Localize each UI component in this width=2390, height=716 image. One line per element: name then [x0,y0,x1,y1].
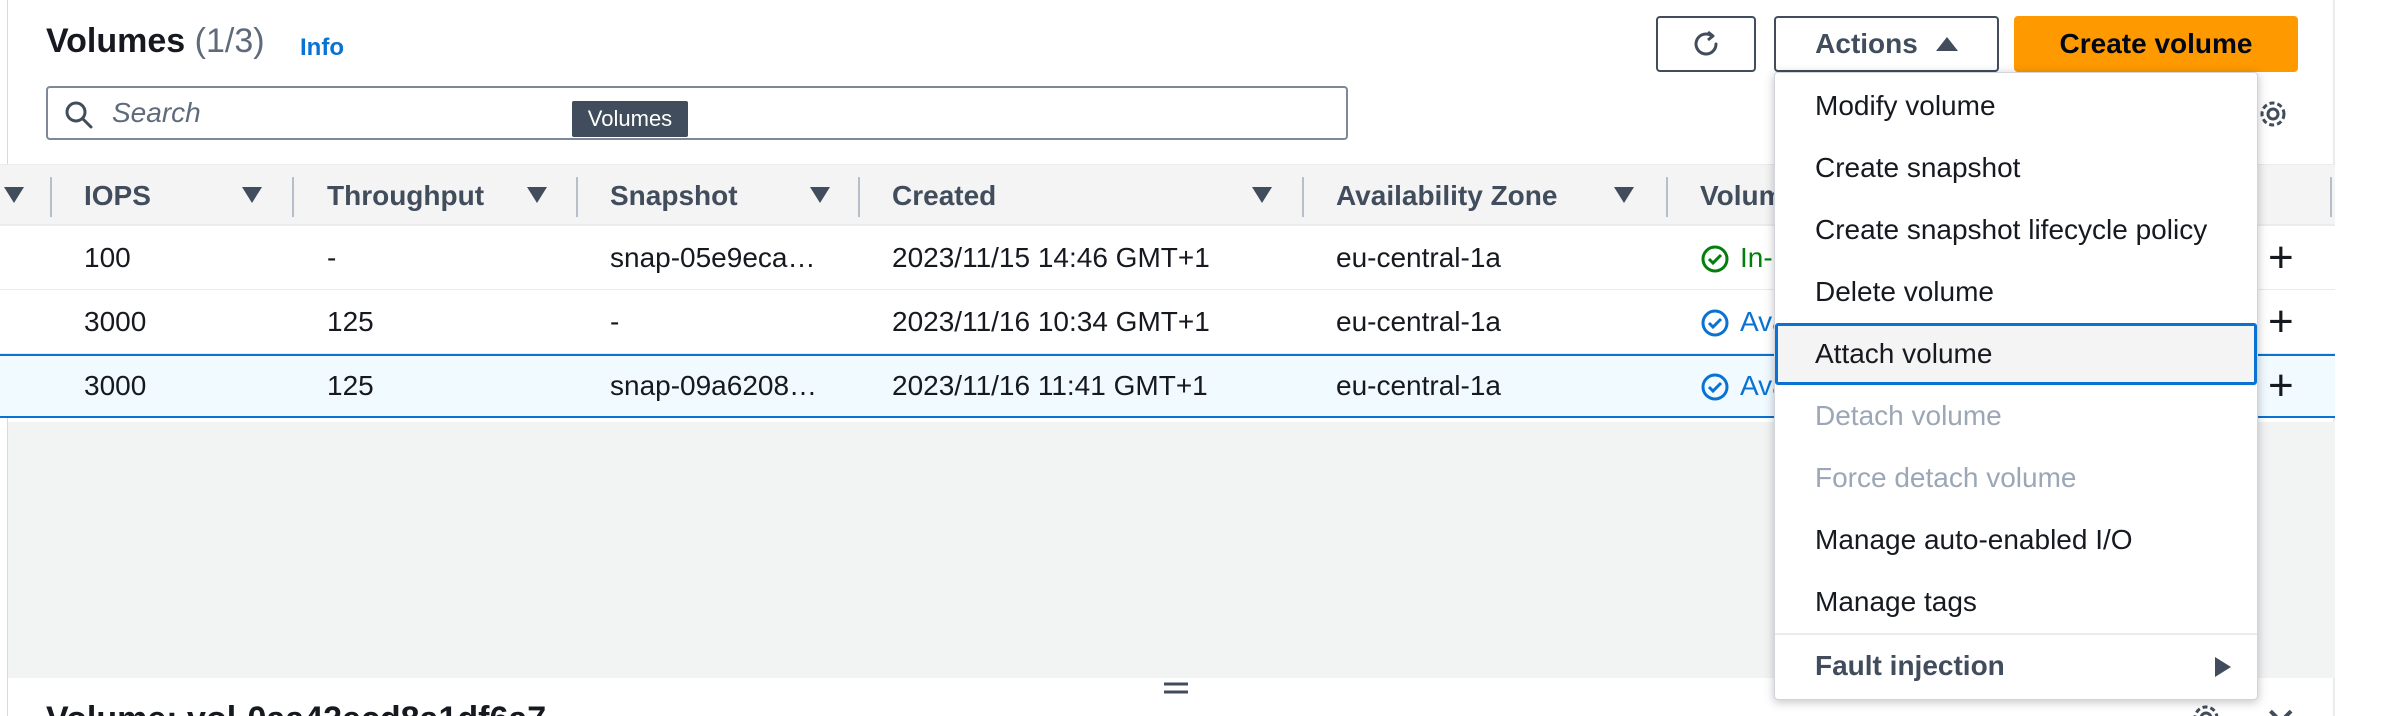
sort-icon [1614,187,1634,203]
selection-count: (1/3) [194,22,265,60]
cell-created: 2023/11/16 11:41 GMT+1 [892,370,1208,401]
actions-label: Actions [1815,28,1918,59]
search-input[interactable] [112,96,1312,130]
col-state-label: Volum [1700,180,1784,211]
cell-throughput: 125 [327,306,374,337]
cell-iops: 100 [84,242,131,273]
menu-item-modify-volume[interactable]: Modify volume [1775,75,2257,137]
page-title-text: Volumes [46,22,186,60]
cell-iops: 3000 [84,306,147,337]
expand-plus-icon[interactable]: + [2268,362,2294,410]
details-panel-title: Volume: vol-0aa42ecd8a1df6a7 [46,700,546,716]
cell-snapshot: - [610,306,620,337]
sort-icon [810,187,830,203]
cell-zone: eu-central-1a [1336,242,1501,273]
sort-icon [527,187,547,203]
details-settings-gear-icon[interactable] [2188,700,2224,716]
info-link[interactable]: Info [300,34,344,62]
column-divider[interactable] [292,177,294,217]
search-box[interactable] [46,86,1348,140]
menu-item-force-detach-volume: Force detach volume [1815,462,2077,493]
search-icon [65,101,93,129]
volumes-page: Volumes (1/3) Info Actions Create volume… [0,0,2390,716]
sort-icon [4,187,24,203]
close-icon[interactable]: ✕ [2264,700,2298,716]
cell-created: 2023/11/15 14:46 GMT+1 [892,242,1210,273]
col-throughput-label: Throughput [327,180,485,211]
cell-throughput: 125 [327,370,374,401]
refresh-icon [1694,30,1718,56]
col-snapshot[interactable]: Snapshot [610,165,850,227]
cell-iops: 3000 [84,370,147,401]
sort-icon [1252,187,1272,203]
column-divider [2330,177,2332,217]
col-zone-label: Availability Zone [1336,180,1558,211]
settings-gear-icon[interactable] [2255,96,2291,132]
cell-zone: eu-central-1a [1336,370,1501,401]
sort-icon [242,187,262,203]
column-divider[interactable] [858,177,860,217]
check-circle-icon [1701,309,1729,337]
create-volume-label: Create volume [2059,28,2253,59]
cell-snapshot[interactable]: snap-09a6208… [610,354,817,418]
cell-throughput: - [327,242,337,273]
actions-menu: Modify volume Create snapshot Create sna… [1774,72,2258,700]
resize-handle-icon[interactable] [1162,680,1190,698]
column-divider[interactable] [1302,177,1304,217]
menu-group-fault-injection[interactable]: Fault injection [1775,635,2257,697]
cell-snapshot[interactable]: snap-05e9eca… [610,226,815,290]
menu-item-create-snapshot-lifecycle-policy[interactable]: Create snapshot lifecycle policy [1775,199,2257,261]
menu-item-create-snapshot[interactable]: Create snapshot [1775,137,2257,199]
menu-item-manage-auto-enabled-io[interactable]: Manage auto-enabled I/O [1775,509,2257,571]
menu-item-manage-tags[interactable]: Manage tags [1775,571,2257,633]
col-snapshot-label: Snapshot [610,180,738,211]
cell-created: 2023/11/16 10:34 GMT+1 [892,306,1210,337]
check-circle-icon [1701,245,1729,273]
col-created-label: Created [892,180,997,211]
menu-item-attach-volume[interactable]: Attach volume [1775,323,2257,385]
create-volume-button[interactable]: Create volume [2014,16,2298,72]
page-title: Volumes (1/3) [46,22,265,61]
column-divider[interactable] [50,177,52,217]
caret-up-icon [1935,37,1958,51]
col-prev-sort[interactable] [0,165,30,227]
check-circle-icon [1701,373,1729,401]
column-divider[interactable] [1666,177,1668,217]
actions-button[interactable]: Actions [1774,16,1999,72]
expand-plus-icon[interactable]: + [2268,234,2294,282]
refresh-button[interactable] [1656,16,1756,72]
menu-item-delete-volume[interactable]: Delete volume [1775,261,2257,323]
tooltip: Volumes [572,101,688,137]
col-created[interactable]: Created [892,165,1292,227]
col-throughput[interactable]: Throughput [327,165,567,227]
col-availability-zone[interactable]: Availability Zone [1336,165,1636,227]
caret-right-icon [2215,657,2231,677]
col-iops-label: IOPS [84,180,151,211]
expand-plus-icon[interactable]: + [2268,298,2294,346]
column-divider[interactable] [576,177,578,217]
fault-injection-label: Fault injection [1815,650,2005,681]
cell-zone: eu-central-1a [1336,306,1501,337]
menu-item-detach-volume: Detach volume [1815,400,2002,431]
col-iops[interactable]: IOPS [84,165,284,227]
